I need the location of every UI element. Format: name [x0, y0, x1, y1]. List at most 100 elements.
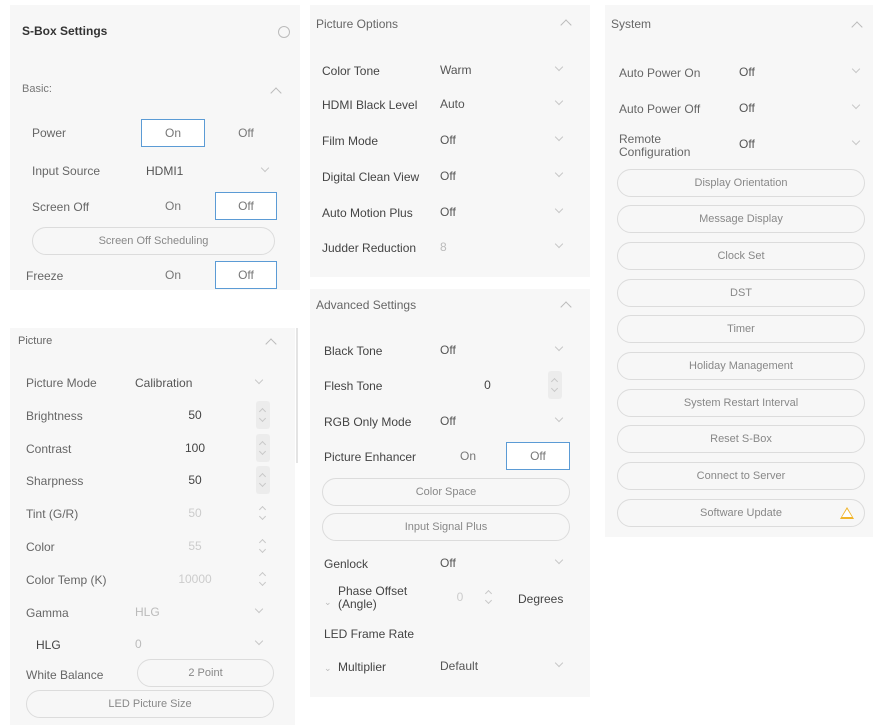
multiplier-select[interactable]: Default — [433, 652, 573, 680]
film-mode-select[interactable]: Off — [433, 126, 573, 154]
power-on-button[interactable]: On — [141, 119, 205, 147]
genlock-select[interactable]: Off — [433, 549, 573, 577]
message-display-button[interactable]: Message Display — [617, 205, 865, 233]
color-tone-select[interactable]: Warm — [433, 56, 573, 84]
color-space-button[interactable]: Color Space — [322, 478, 570, 506]
system-collapse-icon[interactable] — [851, 21, 863, 33]
white-balance-label: White Balance — [26, 668, 104, 682]
chevron-down-icon — [554, 555, 564, 565]
history-icon[interactable] — [278, 26, 290, 38]
brightness-stepper[interactable] — [256, 401, 270, 429]
picture-enhancer-off-button[interactable]: Off — [506, 442, 570, 470]
genlock-label: Genlock — [324, 557, 369, 571]
picture-options-collapse-icon[interactable] — [560, 19, 572, 31]
basic-collapse-icon[interactable] — [270, 87, 282, 99]
flesh-tone-value[interactable]: 0 — [435, 371, 540, 399]
phase-offset-value: 0 — [456, 590, 464, 604]
screen-off-on-button[interactable]: On — [141, 192, 205, 220]
picture-collapse-icon[interactable] — [265, 338, 277, 350]
power-off-button[interactable]: Off — [215, 119, 277, 147]
remote-configuration-select[interactable]: Off — [732, 130, 870, 158]
tint-value: 50 — [188, 506, 202, 520]
judder-reduction-select: 8 — [433, 233, 573, 261]
sharpness-stepper[interactable] — [256, 466, 270, 494]
input-source-value: HDMI1 — [146, 164, 184, 178]
flesh-tone-stepper[interactable] — [548, 371, 562, 399]
picture-enhancer-on-button[interactable]: On — [436, 442, 500, 470]
digital-clean-view-label: Digital Clean View — [322, 170, 420, 184]
auto-motion-plus-select[interactable]: Off — [433, 198, 573, 226]
hdmi-black-level-select[interactable]: Auto — [433, 90, 573, 118]
color-stepper — [256, 532, 270, 560]
judder-reduction-label: Judder Reduction — [322, 241, 417, 255]
chevron-down-icon[interactable] — [550, 384, 559, 393]
picture-options-title: Picture Options — [316, 17, 399, 31]
genlock-value: Off — [440, 556, 456, 570]
film-mode-value: Off — [440, 133, 456, 147]
color-temp-value: 10000 — [178, 572, 212, 586]
input-source-select[interactable]: HDMI1 — [139, 157, 279, 185]
chevron-down-icon[interactable] — [258, 447, 267, 456]
color-tone-value: Warm — [440, 63, 472, 77]
auto-power-off-select[interactable]: Off — [732, 94, 870, 122]
picture-scrollbar[interactable] — [296, 328, 298, 463]
screen-off-off-button[interactable]: Off — [215, 192, 277, 220]
chevron-down-icon — [554, 62, 564, 72]
chevron-down-icon — [258, 545, 267, 554]
picture-mode-label: Picture Mode — [26, 376, 97, 390]
led-picture-size-button[interactable]: LED Picture Size — [26, 690, 274, 718]
chevron-down-icon — [554, 342, 564, 352]
contrast-value[interactable]: 100 — [140, 434, 250, 462]
chevron-down-icon — [554, 204, 564, 214]
auto-power-off-label: Auto Power Off — [619, 102, 701, 116]
chevron-down-icon[interactable] — [258, 479, 267, 488]
holiday-management-button[interactable]: Holiday Management — [617, 352, 865, 380]
software-update-button[interactable]: Software Update — [617, 499, 865, 527]
freeze-off-button[interactable]: Off — [215, 261, 277, 289]
system-restart-interval-button[interactable]: System Restart Interval — [617, 389, 865, 417]
gamma-value: HLG — [135, 605, 160, 619]
chevron-down-icon — [851, 100, 861, 110]
reset-sbox-button[interactable]: Reset S-Box — [617, 425, 865, 453]
input-signal-plus-button[interactable]: Input Signal Plus — [322, 513, 570, 541]
film-mode-label: Film Mode — [322, 134, 379, 148]
black-tone-select[interactable]: Off — [433, 336, 573, 364]
advanced-settings-panel: Advanced Settings Black Tone Off Flesh T… — [310, 289, 590, 697]
clock-set-button[interactable]: Clock Set — [617, 242, 865, 270]
chevron-down-icon — [254, 375, 264, 385]
chevron-down-icon — [554, 132, 564, 142]
led-frame-rate-label: LED Frame Rate — [324, 627, 415, 641]
white-balance-2-point-button[interactable]: 2 Point — [137, 659, 274, 687]
advanced-settings-title: Advanced Settings — [316, 298, 417, 312]
contrast-stepper[interactable] — [256, 434, 270, 462]
contrast-label: Contrast — [26, 442, 72, 456]
black-tone-label: Black Tone — [324, 344, 383, 358]
display-orientation-button[interactable]: Display Orientation — [617, 169, 865, 197]
chevron-down-icon[interactable] — [258, 414, 267, 423]
dst-button[interactable]: DST — [617, 279, 865, 307]
freeze-on-button[interactable]: On — [141, 261, 205, 289]
gamma-label: Gamma — [26, 606, 69, 620]
auto-power-on-select[interactable]: Off — [732, 58, 870, 86]
advanced-collapse-icon[interactable] — [560, 301, 572, 313]
hdmi-black-level-value: Auto — [440, 97, 465, 111]
brightness-value[interactable]: 50 — [140, 401, 250, 429]
sharpness-value[interactable]: 50 — [140, 466, 250, 494]
connect-to-server-button[interactable]: Connect to Server — [617, 462, 865, 490]
tint-stepper — [256, 499, 270, 527]
multiplier-expander-icon[interactable]: ⌄ — [324, 663, 332, 674]
screen-off-scheduling-button[interactable]: Screen Off Scheduling — [32, 227, 275, 255]
power-label: Power — [32, 126, 67, 140]
phase-offset-expander-icon[interactable]: ⌄ — [324, 597, 332, 608]
color-tone-label: Color Tone — [322, 64, 380, 78]
timer-button[interactable]: Timer — [617, 315, 865, 343]
picture-mode-select[interactable]: Calibration — [128, 369, 273, 397]
auto-power-on-label: Auto Power On — [619, 66, 701, 80]
phase-offset-label: Phase Offset (Angle) — [338, 584, 408, 611]
chevron-down-icon — [254, 636, 264, 646]
color-value: 55 — [188, 539, 202, 553]
digital-clean-view-select[interactable]: Off — [433, 162, 573, 190]
hlg-value: 0 — [135, 637, 142, 651]
rgb-only-mode-select[interactable]: Off — [433, 407, 573, 435]
hlg-select: 0 — [128, 630, 273, 658]
